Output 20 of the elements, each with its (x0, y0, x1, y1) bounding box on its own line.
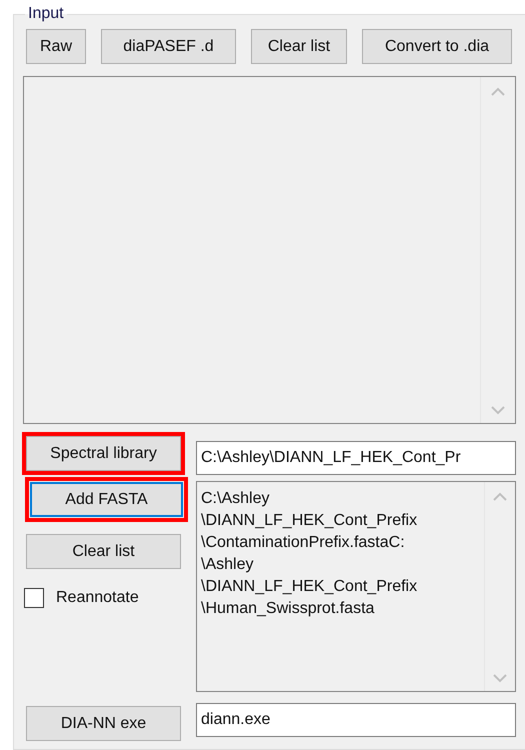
spectral-library-button[interactable]: Spectral library (26, 436, 181, 471)
reannotate-checkbox[interactable] (24, 588, 44, 608)
clear-list-button[interactable]: Clear list (26, 534, 181, 569)
add-fasta-button[interactable]: Add FASTA (30, 482, 183, 517)
toolbar-button[interactable]: diaPASEF .d (101, 29, 236, 64)
fasta-file-list-text: C:\Ashley \DIANN_LF_HEK_Cont_Prefix \ContaminationPrefix.fastaC: \Ashley \DIANN_LF_HEK_Cont_Prefix \Human_Swissprot.fasta (200, 489, 418, 619)
group-title: Input (27, 5, 65, 23)
scroll-down-icon[interactable] (491, 406, 505, 415)
reannotate-label[interactable]: Reannotate (56, 589, 139, 607)
scroll-up-icon[interactable] (491, 87, 505, 96)
fasta-list[interactable]: C:\Ashley \DIANN_LF_HEK_Cont_Prefix \ContaminationPrefix.fastaC: \Ashley \DIANN_LF_HEK_Cont_Prefix \Human_Swissprot.fasta (196, 481, 516, 692)
spectral-library-field[interactable]: C:\Ashley\DIANN_LF_HEK_Cont_Pr (196, 441, 516, 475)
scroll-up-icon[interactable] (493, 492, 507, 501)
dia-nn-exe-button[interactable]: DIA-NN exe (26, 706, 181, 741)
raw-files-list[interactable] (23, 76, 516, 424)
toolbar-button[interactable]: Clear list (251, 29, 347, 64)
toolbar-button[interactable]: Convert to .dia (362, 29, 512, 64)
dia-nn-exe-field[interactable]: diann.exe (196, 703, 516, 737)
toolbar-button[interactable]: Raw (26, 29, 86, 64)
scroll-down-icon[interactable] (493, 674, 507, 683)
